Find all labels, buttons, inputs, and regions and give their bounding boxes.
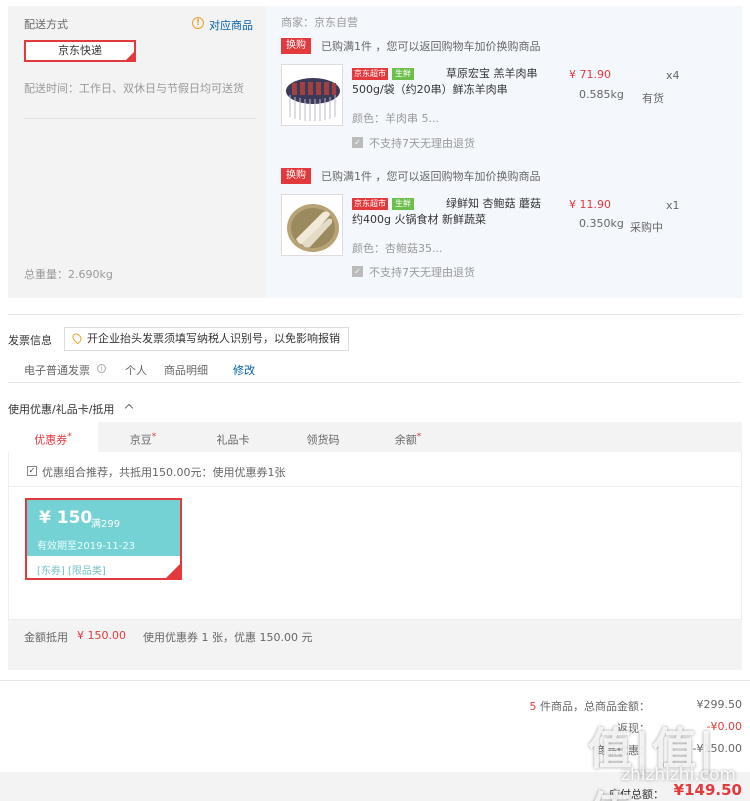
tab-star: * xyxy=(67,432,72,442)
lamb-skewer-image xyxy=(282,65,342,125)
deduction-amount: ¥ 150.00 xyxy=(77,629,126,642)
chevron-up-icon[interactable] xyxy=(124,403,134,413)
selected-corner-icon xyxy=(166,564,180,578)
location-pin-icon xyxy=(70,331,84,345)
stock-status: 采购中 xyxy=(630,221,663,234)
shipping-title: 配送方式 xyxy=(24,18,68,31)
matching-products-link[interactable]: 对应商品 xyxy=(209,17,253,33)
coupon-scope: [东券] [限品类] xyxy=(37,566,106,577)
divider xyxy=(24,118,256,119)
product-price: ¥ 11.90 xyxy=(569,198,611,211)
divider xyxy=(8,486,742,487)
tab-label: 京豆 xyxy=(129,433,152,447)
deduction-summary-bar xyxy=(8,620,742,670)
seller-label: 商家：京东自营 xyxy=(281,16,358,29)
invoice-edit-link[interactable]: 修改 xyxy=(233,362,255,378)
coupon-amount: ¥ 150 xyxy=(39,508,93,528)
deduction-description: 使用优惠券 1 张，优惠 150.00 元 xyxy=(143,631,313,644)
product-quantity: x1 xyxy=(666,199,680,212)
coupon-card[interactable]: ¥ 150 满299 有效期至2019-11-23 [东券] [限品类] xyxy=(25,498,182,580)
watermark-url: zhizhizhi.com xyxy=(621,765,736,785)
swap-text: 已购满1件 ，您可以返回购物车加价换购商品 xyxy=(321,40,541,53)
tab-label: 礼品卡 xyxy=(216,433,250,447)
swap-tag[interactable]: 换购 xyxy=(281,38,311,54)
tab-label: 领货码 xyxy=(306,433,340,447)
invoice-title: 发票信息 xyxy=(8,334,52,347)
divider xyxy=(0,680,750,681)
invoice-tip-text: 开企业抬头发票须填写纳税人识别号，以免影响报销 xyxy=(87,332,340,345)
deduction-label: 金额抵用 xyxy=(24,631,68,644)
stock-status: 有货 xyxy=(642,92,664,105)
coupon-expiry: 有效期至2019-11-23 xyxy=(37,541,136,552)
info-icon[interactable]: i xyxy=(97,364,106,373)
no-return-icon: ✓ xyxy=(352,137,363,148)
tab-pickup-code[interactable]: 领货码 xyxy=(278,422,368,452)
jd-express-label: 京东快递 xyxy=(58,44,102,57)
product-thumbnail[interactable] xyxy=(281,64,343,126)
jd-express-button[interactable]: 京东快递 xyxy=(24,40,136,62)
divider xyxy=(8,382,742,383)
product-weight: 0.350kg xyxy=(579,217,624,230)
item-count: 5 xyxy=(529,700,537,713)
swap-text: 已购满1件 ，您可以返回购物车加价换购商品 xyxy=(321,170,541,183)
watermark-logo: 值|值|值 xyxy=(588,724,717,801)
tab-star: * xyxy=(416,432,422,442)
tab-coupons[interactable]: 优惠券* xyxy=(8,422,98,452)
invoice-title-type: 个人 xyxy=(125,364,147,377)
combo-recommend-text: 优惠组合推荐，共抵用150.00元：使用优惠券1张 xyxy=(42,466,286,479)
product-color: 颜色：羊肉串 5... xyxy=(352,112,439,125)
product-weight: 0.585kg xyxy=(579,88,624,101)
coupon-condition: 满299 xyxy=(91,519,121,530)
tab-star: * xyxy=(151,432,157,442)
site-watermark: 值|值|值 zhizhizhi.com xyxy=(588,695,738,801)
product-quantity: x4 xyxy=(666,69,680,82)
king-oyster-mushroom-image xyxy=(282,195,342,255)
tab-gift-card[interactable]: 礼品卡 xyxy=(188,422,278,452)
selected-corner-icon xyxy=(125,51,135,61)
swap-tag[interactable]: 换购 xyxy=(281,168,311,184)
combo-checkbox[interactable]: ✓ xyxy=(27,466,37,476)
discounts-toggle[interactable]: 使用优惠/礼品卡/抵用 xyxy=(8,401,114,417)
tab-balance[interactable]: 余额* xyxy=(368,422,448,452)
total-weight: 总重量：2.690kg xyxy=(24,268,113,281)
no-return-text: 不支持7天无理由退货 xyxy=(369,137,475,150)
delivery-time: 配送时间：工作日、双休日与节假日均可送货 xyxy=(24,82,244,95)
invoice-content: 商品明细 xyxy=(164,364,208,377)
invoice-type: 电子普通发票 xyxy=(24,364,90,377)
product-name[interactable]: 草原宏宝 羔羊肉串 500g/袋（约20串）鲜冻羊肉串 xyxy=(352,66,548,98)
product-thumbnail[interactable] xyxy=(281,194,343,256)
notice-icon: ! xyxy=(192,17,204,29)
tab-jd-beans[interactable]: 京豆* xyxy=(98,422,188,452)
divider xyxy=(8,314,742,315)
no-return-icon: ✓ xyxy=(352,266,363,277)
no-return-text: 不支持7天无理由退货 xyxy=(369,266,475,279)
product-color: 颜色：杏鲍菇35... xyxy=(352,242,443,255)
tab-label: 余额 xyxy=(394,433,417,447)
invoice-tip: 开企业抬头发票须填写纳税人识别号，以免影响报销 xyxy=(64,327,349,351)
product-price: ¥ 71.90 xyxy=(569,68,611,81)
product-name[interactable]: 绿鲜知 杏鲍菇 蘑菇 约400g 火锅食材 新鲜蔬菜 xyxy=(352,196,548,228)
tab-label: 优惠券 xyxy=(34,433,68,447)
